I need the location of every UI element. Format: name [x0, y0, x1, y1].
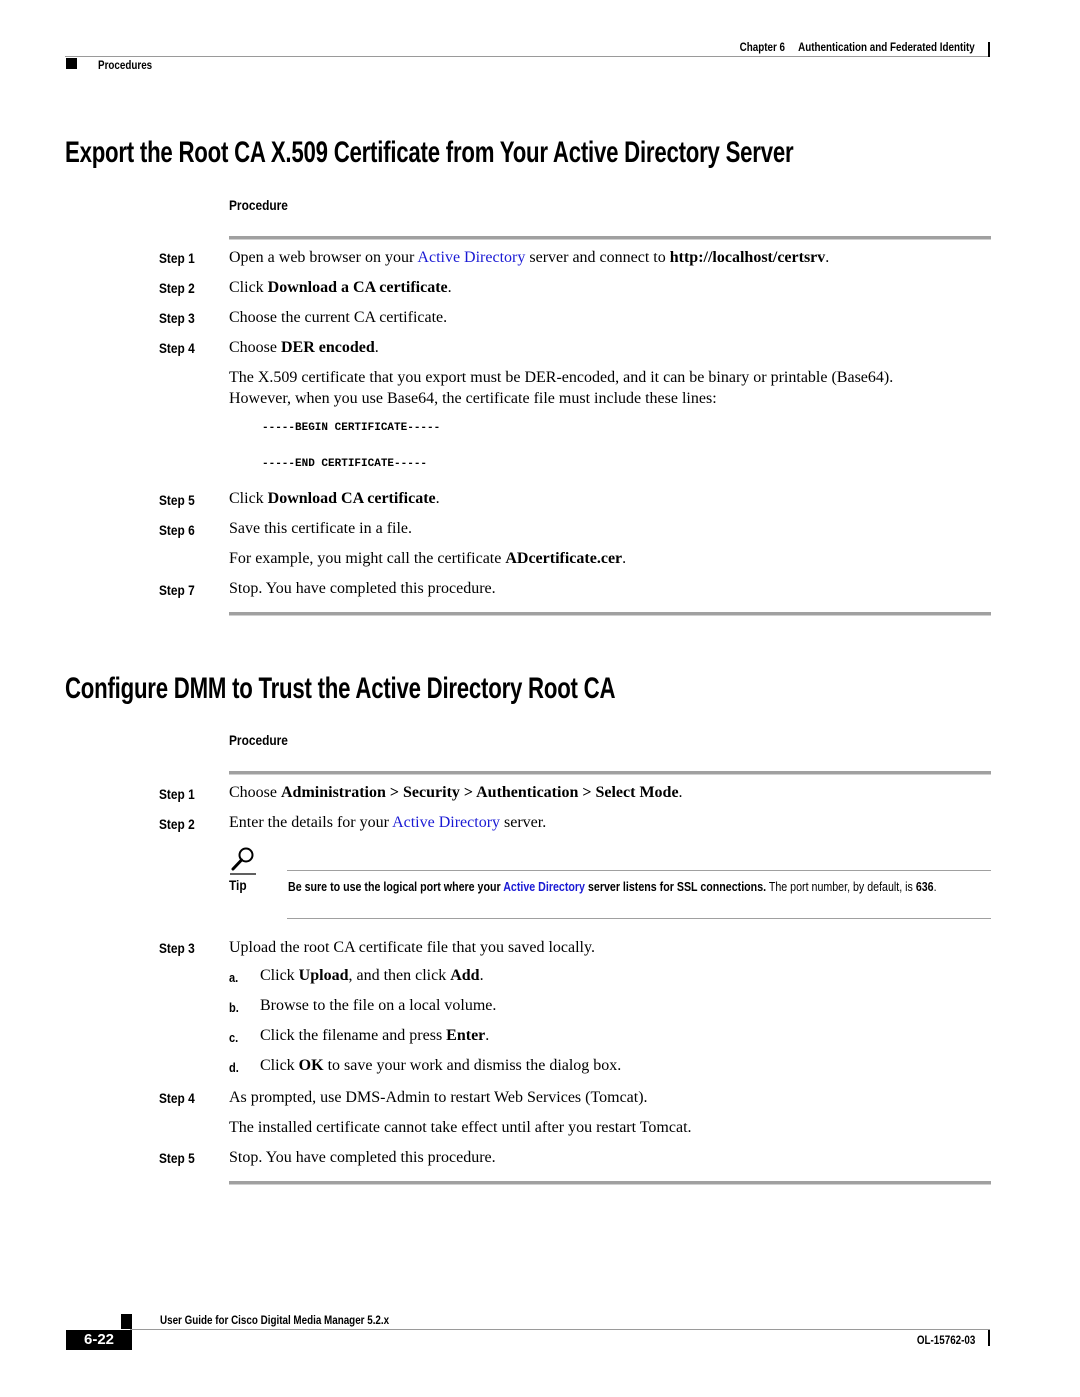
- s1-step2-text: Click Download a CA certificate.: [229, 279, 452, 296]
- s1-step7-label: Step 7: [159, 582, 195, 598]
- chapter-title: Authentication and Federated Identity: [798, 40, 975, 54]
- magnifier-tip-icon: [230, 847, 256, 875]
- section1-title: Export the Root CA X.509 Certificate fro…: [65, 136, 794, 169]
- s1-step4-note-line1: The X.509 certificate that you export mu…: [229, 369, 894, 386]
- guide-title: User Guide for Cisco Digital Media Manag…: [160, 1313, 390, 1327]
- active-directory-link[interactable]: Active Directory: [392, 814, 500, 831]
- tip-text: Be sure to use the logical port where yo…: [288, 879, 937, 894]
- section2-bottom-rule: [229, 1181, 991, 1185]
- s1-step4-label: Step 4: [159, 340, 195, 356]
- substep-a-text: Click Upload, and then click Add.: [260, 967, 484, 984]
- section1-procedure-label: Procedure: [229, 197, 288, 213]
- active-directory-link[interactable]: Active Directory: [417, 249, 525, 266]
- substep-c-letter: c.: [229, 1030, 239, 1045]
- s1-step3-text: Choose the current CA certificate.: [229, 309, 448, 326]
- s1-step3-label: Step 3: [159, 310, 195, 326]
- header-bar: [988, 42, 990, 57]
- s1-step4-note-line2: However, when you use Base64, the certif…: [229, 390, 717, 407]
- substep-d-letter: d.: [229, 1060, 239, 1075]
- s1-step6-label: Step 6: [159, 522, 195, 538]
- tip-top-rule: [287, 870, 991, 871]
- tip-label: Tip: [229, 877, 247, 893]
- s2-step1-text: Choose Administration > Security > Authe…: [229, 784, 683, 801]
- footer-rule: [130, 1329, 990, 1330]
- substep-b-text: Browse to the file on a local volume.: [260, 997, 497, 1014]
- s2-step3-label: Step 3: [159, 940, 195, 956]
- s1-step1-label: Step 1: [159, 250, 195, 266]
- s2-step5-text: Stop. You have completed this procedure.: [229, 1149, 496, 1166]
- s2-step1-label: Step 1: [159, 786, 195, 802]
- section2-top-rule: [229, 771, 991, 775]
- header-marker: [66, 58, 77, 69]
- s2-step4-note: The installed certificate cannot take ef…: [229, 1119, 692, 1136]
- s1-step5-text: Click Download CA certificate.: [229, 490, 440, 507]
- substep-d-text: Click OK to save your work and dismiss t…: [260, 1057, 622, 1074]
- url-text: http://localhost/certsrv: [669, 249, 826, 266]
- section2-title: Configure DMM to Trust the Active Direct…: [65, 672, 616, 705]
- s2-step2-label: Step 2: [159, 816, 195, 832]
- s1-step7-text: Stop. You have completed this procedure.: [229, 580, 496, 597]
- s1-step4-text: Choose DER encoded.: [229, 339, 379, 356]
- running-header: Chapter 6 Authentication and Federated Id…: [727, 40, 975, 54]
- doc-number: OL-15762-03: [916, 1333, 975, 1347]
- tip-bottom-rule: [287, 918, 991, 919]
- active-directory-link[interactable]: Active Directory: [503, 879, 585, 894]
- code-end-certificate: -----END CERTIFICATE-----: [262, 458, 428, 470]
- substep-b-letter: b.: [229, 1000, 239, 1015]
- substep-a-letter: a.: [229, 970, 239, 985]
- page-number: 6-22: [66, 1330, 132, 1350]
- code-begin-certificate: -----BEGIN CERTIFICATE-----: [262, 422, 441, 434]
- section1-top-rule: [229, 236, 991, 240]
- header-rule: [65, 56, 990, 57]
- s1-step2-label: Step 2: [159, 280, 195, 296]
- section-label: Procedures: [98, 58, 153, 72]
- menu-path: Administration > Security > Authenticati…: [281, 784, 679, 801]
- footer-bar: [988, 1330, 990, 1346]
- footer-marker: [121, 1314, 132, 1329]
- s1-step5-label: Step 5: [159, 492, 195, 508]
- s1-step6-note: For example, you might call the certific…: [229, 550, 627, 567]
- section2-procedure-label: Procedure: [229, 732, 288, 748]
- s2-step2-text: Enter the details for your Active Direct…: [229, 814, 547, 831]
- s2-step5-label: Step 5: [159, 1150, 195, 1166]
- s2-step4-label: Step 4: [159, 1090, 195, 1106]
- s2-step3-text: Upload the root CA certificate file that…: [229, 939, 595, 956]
- chapter-number: Chapter 6: [739, 40, 786, 54]
- section1-bottom-rule: [229, 612, 991, 616]
- s1-step6-text: Save this certificate in a file.: [229, 520, 413, 537]
- s1-step1-text: Open a web browser on your Active Direct…: [229, 249, 830, 266]
- s2-step4-text: As prompted, use DMS-Admin to restart We…: [229, 1089, 648, 1106]
- substep-c-text: Click the filename and press Enter.: [260, 1027, 490, 1044]
